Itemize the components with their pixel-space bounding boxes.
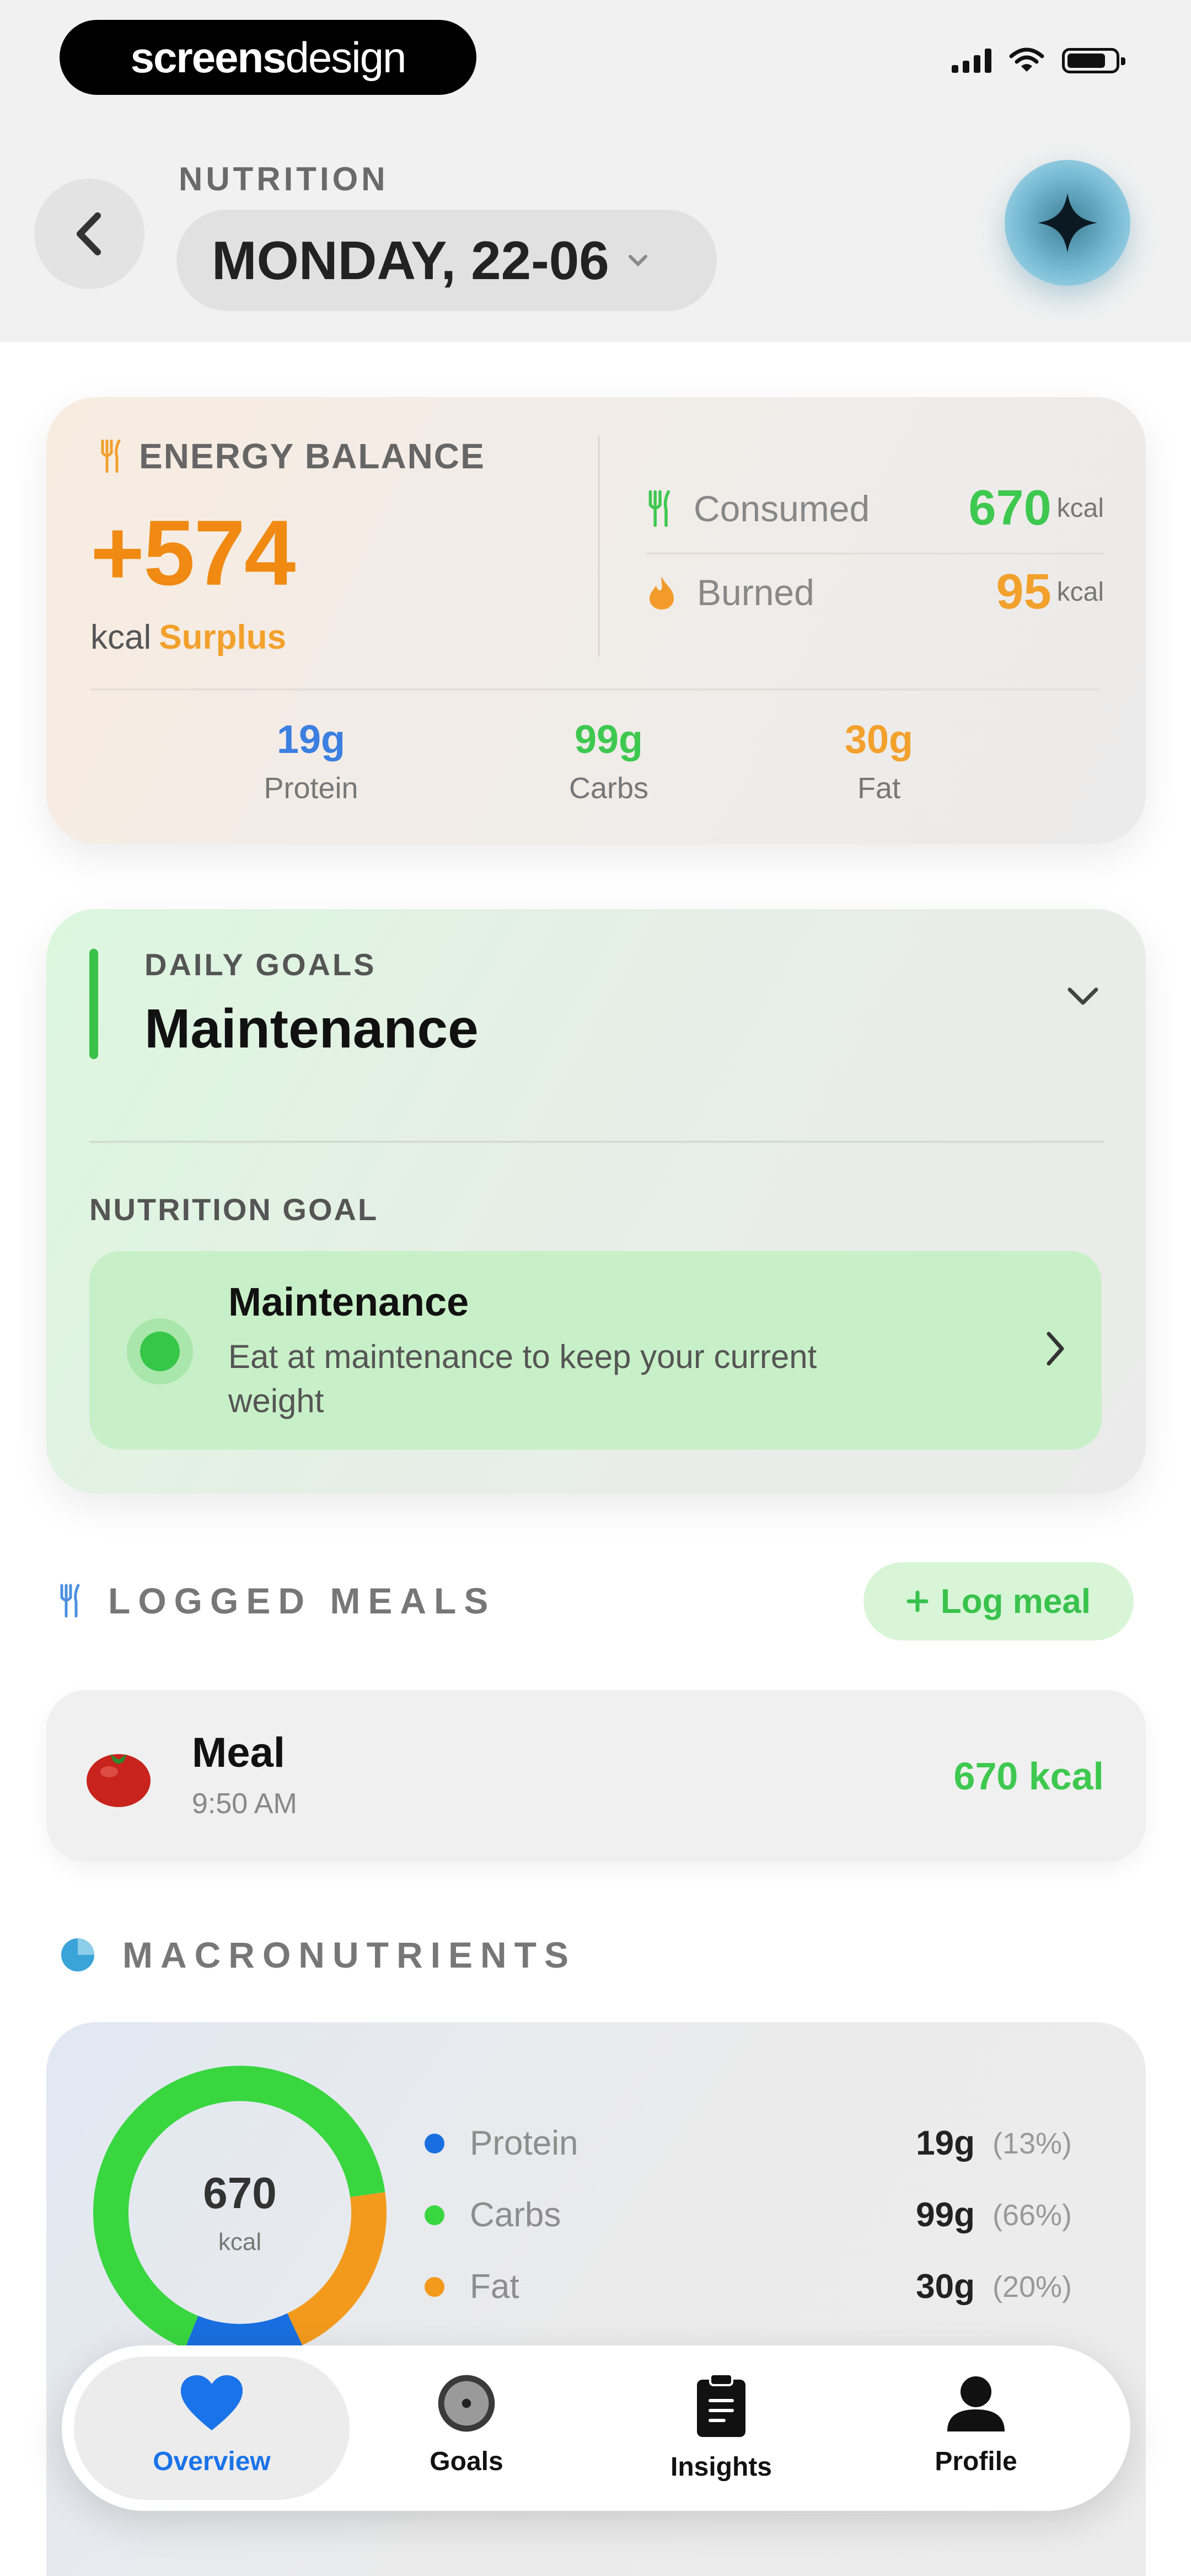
energy-row-separator xyxy=(646,553,1104,554)
daily-goals-eyebrow: DAILY GOALS xyxy=(144,947,377,982)
wifi-icon xyxy=(1009,47,1044,72)
macro-grams: 99g xyxy=(916,2196,975,2234)
macronutrients-title: MACRONUTRIENTS xyxy=(122,1934,576,1975)
brand-watermark: screens design xyxy=(60,20,476,95)
consumed-row: Consumed 670 kcal xyxy=(646,480,1104,537)
macro-percent: (66%) xyxy=(993,2198,1072,2232)
carbs-dot xyxy=(425,2205,444,2225)
person-icon xyxy=(947,2376,1005,2431)
consumed-value: 670 xyxy=(968,480,1051,536)
chevron-down-icon xyxy=(1067,987,1098,1005)
energy-divider-vertical xyxy=(598,436,600,656)
chevron-down-icon xyxy=(628,255,647,267)
date-selector[interactable]: MONDAY, 22-06 xyxy=(176,210,717,311)
fat-value: 30g xyxy=(844,718,914,762)
burned-unit: kcal xyxy=(1056,578,1104,607)
expand-goals-button[interactable] xyxy=(1065,985,1101,1010)
macro-grams: 30g xyxy=(916,2268,975,2306)
log-meal-button[interactable]: Log meal xyxy=(863,1562,1134,1640)
fat-dot xyxy=(425,2276,444,2297)
selected-indicator-icon xyxy=(127,1318,193,1385)
goal-accent-bar xyxy=(89,949,98,1059)
log-meal-label: Log meal xyxy=(940,1582,1091,1621)
tab-label: Insights xyxy=(670,2452,772,2482)
macro-summary-fat: 30g Fat xyxy=(796,717,962,805)
macro-name: Protein xyxy=(470,2124,578,2162)
macro-summary-carbs: 99g Carbs xyxy=(526,717,691,805)
chevron-right-icon xyxy=(1047,1332,1064,1366)
macro-row-fat: Fat 30g (20%) xyxy=(425,2267,1086,2306)
sparkle-icon xyxy=(1038,193,1097,253)
burned-label: Burned xyxy=(697,571,814,613)
goals-separator xyxy=(89,1141,1104,1143)
macronutrients-header: MACRONUTRIENTS xyxy=(58,1934,576,1976)
consumed-label: Consumed xyxy=(694,488,870,529)
protein-dot xyxy=(425,2133,444,2153)
macro-summary-protein: 19g Protein xyxy=(228,717,394,805)
energy-divider-horizontal xyxy=(90,688,1099,691)
fork-knife-icon xyxy=(101,440,121,473)
macro-name: Fat xyxy=(470,2268,519,2306)
energy-balance-value: +574 xyxy=(90,501,296,605)
chevron-left-icon xyxy=(77,212,101,255)
energy-unit-text: kcal xyxy=(90,618,152,656)
flame-icon xyxy=(650,576,674,610)
macro-name: Carbs xyxy=(470,2196,561,2234)
status-bar xyxy=(952,47,1125,74)
nutrition-goal-eyebrow: NUTRITION GOAL xyxy=(89,1192,379,1227)
tab-insights[interactable]: Insights xyxy=(605,2373,837,2482)
energy-balance-title: ENERGY BALANCE xyxy=(139,436,485,476)
nav-eyebrow: NUTRITION xyxy=(179,161,389,197)
macro-percent: (20%) xyxy=(993,2270,1072,2304)
brand-text-light: design xyxy=(285,33,407,82)
target-icon xyxy=(438,2375,495,2432)
nutrition-goal-title: Maintenance xyxy=(228,1280,469,1324)
tab-label: Overview xyxy=(153,2447,271,2476)
protein-value: 19g xyxy=(276,718,346,762)
energy-balance-unit: kcal Surplus xyxy=(90,618,286,657)
donut-unit: kcal xyxy=(218,2228,262,2256)
macro-row-carbs: Carbs 99g (66%) xyxy=(425,2195,1086,2235)
logged-meals-title: LOGGED MEALS xyxy=(108,1580,496,1621)
nutrition-goal-description: Eat at maintenance to keep your current … xyxy=(228,1338,817,1419)
tomato-icon xyxy=(83,1743,154,1812)
fork-knife-icon xyxy=(648,490,670,527)
burned-value: 95 xyxy=(996,564,1051,619)
macro-grams: 19g xyxy=(916,2124,975,2162)
brand-text-bold: screens xyxy=(130,33,287,82)
tab-label: Profile xyxy=(935,2447,1017,2476)
tab-profile[interactable]: Profile xyxy=(860,2373,1092,2477)
clipboard-icon xyxy=(697,2373,745,2437)
fat-label: Fat xyxy=(857,772,901,805)
plus-icon xyxy=(906,1590,929,1612)
pie-chart-icon xyxy=(61,1938,94,1971)
consumed-unit: kcal xyxy=(1056,494,1104,523)
cellular-signal-icon xyxy=(952,49,991,73)
burned-row: Burned 95 kcal xyxy=(646,564,1104,621)
back-button[interactable] xyxy=(34,179,144,289)
heart-icon xyxy=(181,2375,243,2430)
tab-overview[interactable]: Overview xyxy=(96,2373,328,2477)
date-label: MONDAY, 22-06 xyxy=(212,229,609,291)
donut-total: 670 xyxy=(203,2168,277,2217)
protein-label: Protein xyxy=(264,772,358,805)
energy-balance-label: ENERGY BALANCE xyxy=(99,436,485,477)
macro-row-protein: Protein 19g (13%) xyxy=(425,2124,1086,2163)
ai-assistant-button[interactable] xyxy=(1005,160,1130,286)
energy-status-text: Surplus xyxy=(159,618,287,656)
macro-percent: (13%) xyxy=(993,2126,1072,2160)
daily-goals-title: Maintenance xyxy=(144,998,479,1060)
meal-kcal: 670 kcal xyxy=(953,1755,1104,1798)
battery-icon xyxy=(1062,48,1125,73)
fork-knife-icon xyxy=(60,1584,80,1618)
carbs-label: Carbs xyxy=(568,772,649,805)
meal-time: 9:50 AM xyxy=(192,1788,297,1820)
meal-name: Meal xyxy=(192,1729,285,1776)
tab-goals[interactable]: Goals xyxy=(351,2373,582,2477)
tab-label: Goals xyxy=(430,2447,503,2476)
nutrition-goal-chevron xyxy=(1044,1329,1066,1371)
logged-meals-header: LOGGED MEALS xyxy=(58,1580,496,1622)
carbs-value: 99g xyxy=(574,718,643,762)
